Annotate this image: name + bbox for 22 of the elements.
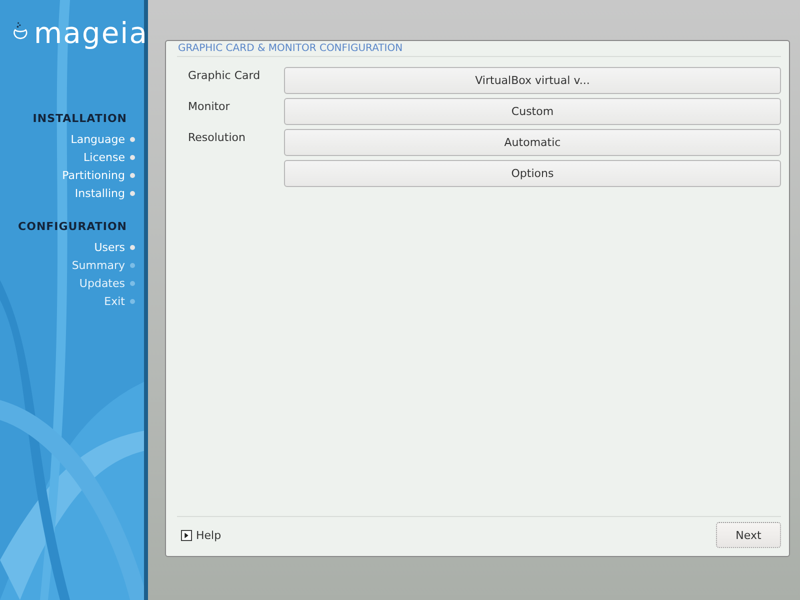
logo-text: mageia [34,18,148,48]
select-button[interactable]: Automatic [284,129,781,156]
step-label: License [84,150,125,164]
step-label: Users [94,240,125,254]
field-label: Monitor [188,99,231,115]
step-label: Summary [72,258,125,272]
expand-icon[interactable] [181,530,192,540]
section-title: CONFIGURATION [18,219,127,235]
select-button[interactable]: VirtualBox virtual v... [284,67,781,94]
step-label: Language [70,132,125,146]
section-title: INSTALLATION [32,111,127,127]
field-label: Resolution [188,130,246,146]
step-label: Updates [79,276,125,290]
step-label: Partitioning [62,168,125,182]
options-button[interactable]: Options [284,160,781,187]
select-button[interactable]: Custom [284,98,781,125]
help-link[interactable]: Help [196,528,222,542]
field-label: Graphic Card [188,68,262,84]
panel-title: GRAPHIC CARD & MONITOR CONFIGURATION [177,43,781,57]
step-label: Installing [74,186,125,200]
next-button[interactable]: Next [716,522,781,548]
step-label: Exit [104,294,125,308]
